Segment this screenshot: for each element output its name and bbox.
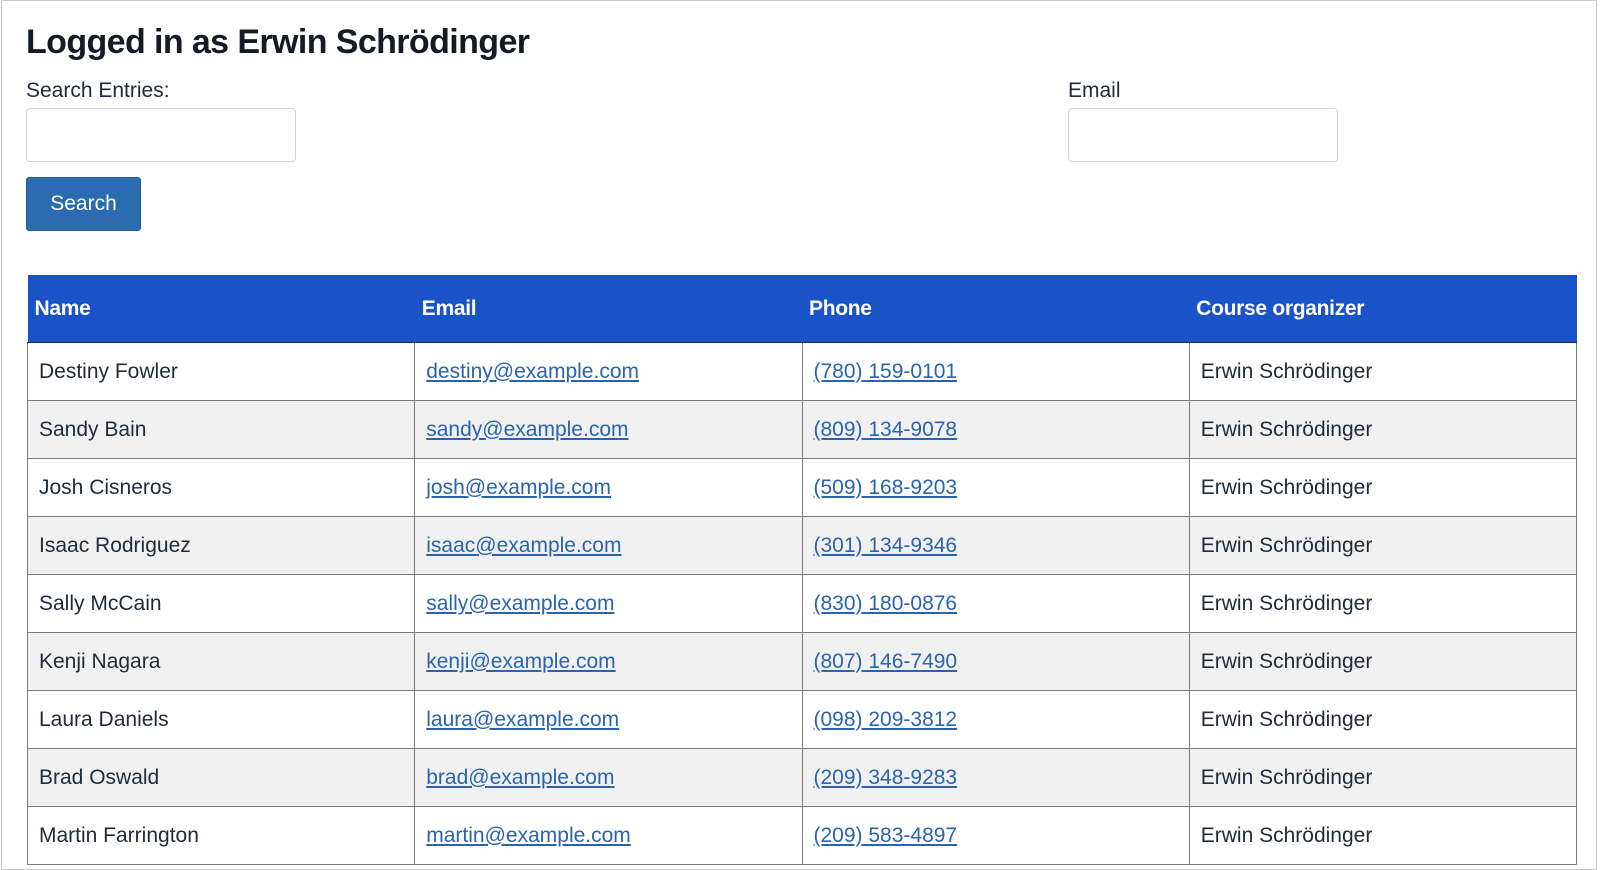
phone-link[interactable]: (807) 146-7490: [814, 650, 958, 673]
phone-link[interactable]: (209) 348-9283: [814, 766, 958, 789]
cell-phone: (807) 146-7490: [801, 632, 1190, 691]
cell-email: sally@example.com: [414, 574, 803, 633]
cell-email: sandy@example.com: [414, 400, 803, 459]
cell-email: brad@example.com: [414, 748, 803, 807]
page-title: Logged in as Erwin Schrödinger: [26, 23, 530, 61]
cell-course-organizer: Erwin Schrödinger: [1188, 748, 1578, 807]
phone-link[interactable]: (509) 168-9203: [814, 476, 958, 499]
table-row: Isaac Rodriguez isaac@example.com (301) …: [26, 516, 1578, 575]
organizer-text: Erwin Schrödinger: [1200, 823, 1373, 847]
name-text: Josh Cisneros: [39, 475, 173, 499]
phone-link[interactable]: (830) 180-0876: [814, 592, 958, 615]
column-header-name[interactable]: Name: [27, 275, 415, 343]
search-entries-label: Search Entries:: [26, 79, 170, 102]
name-text: Isaac Rodriguez: [39, 533, 191, 557]
cell-phone: (098) 209-3812: [801, 690, 1190, 749]
cell-course-organizer: Erwin Schrödinger: [1188, 400, 1578, 459]
table-row: Kenji Nagara kenji@example.com (807) 146…: [26, 632, 1578, 691]
phone-link[interactable]: (809) 134-9078: [814, 418, 958, 441]
phone-link[interactable]: (780) 159-0101: [814, 360, 958, 383]
email-filter-input[interactable]: [1068, 108, 1338, 162]
column-header-email[interactable]: Email: [414, 275, 802, 343]
email-link[interactable]: laura@example.com: [426, 708, 619, 731]
organizer-text: Erwin Schrödinger: [1200, 359, 1373, 383]
cell-email: josh@example.com: [414, 458, 803, 517]
cell-name: Destiny Fowler: [26, 342, 416, 401]
organizer-text: Erwin Schrödinger: [1200, 707, 1373, 731]
email-link[interactable]: josh@example.com: [426, 476, 611, 499]
name-text: Laura Daniels: [39, 707, 169, 731]
table-row: Martin Farrington martin@example.com (20…: [26, 806, 1578, 865]
name-text: Martin Farrington: [39, 823, 199, 847]
cell-phone: (780) 159-0101: [801, 342, 1190, 401]
cell-name: Kenji Nagara: [26, 632, 416, 691]
email-link[interactable]: isaac@example.com: [426, 534, 621, 557]
cell-phone: (209) 348-9283: [801, 748, 1190, 807]
cell-course-organizer: Erwin Schrödinger: [1188, 806, 1578, 865]
phone-link[interactable]: (098) 209-3812: [814, 708, 958, 731]
cell-phone: (809) 134-9078: [801, 400, 1190, 459]
cell-name: Josh Cisneros: [26, 458, 416, 517]
entries-table: Name Email Phone Course organizer Destin…: [26, 275, 1578, 865]
organizer-text: Erwin Schrödinger: [1200, 649, 1373, 673]
organizer-text: Erwin Schrödinger: [1200, 591, 1373, 615]
cell-email: martin@example.com: [414, 806, 803, 865]
name-text: Brad Oswald: [39, 765, 160, 789]
search-entries-input[interactable]: [26, 108, 296, 162]
table-row: Sally McCain sally@example.com (830) 180…: [26, 574, 1578, 633]
table-row: Brad Oswald brad@example.com (209) 348-9…: [26, 748, 1578, 807]
cell-phone: (509) 168-9203: [801, 458, 1190, 517]
table-row: Laura Daniels laura@example.com (098) 20…: [26, 690, 1578, 749]
name-text: Sally McCain: [39, 591, 162, 615]
name-text: Kenji Nagara: [39, 649, 161, 673]
cell-email: laura@example.com: [414, 690, 803, 749]
email-link[interactable]: kenji@example.com: [426, 650, 615, 673]
email-link[interactable]: destiny@example.com: [426, 360, 639, 383]
table-row: Destiny Fowler destiny@example.com (780)…: [26, 342, 1578, 401]
cell-phone: (301) 134-9346: [801, 516, 1190, 575]
cell-course-organizer: Erwin Schrödinger: [1188, 342, 1578, 401]
search-button[interactable]: Search: [26, 177, 141, 231]
cell-phone: (209) 583-4897: [801, 806, 1190, 865]
organizer-text: Erwin Schrödinger: [1200, 533, 1373, 557]
cell-name: Brad Oswald: [26, 748, 416, 807]
cell-course-organizer: Erwin Schrödinger: [1188, 574, 1578, 633]
organizer-text: Erwin Schrödinger: [1200, 765, 1373, 789]
cell-email: kenji@example.com: [414, 632, 803, 691]
table-header-row: Name Email Phone Course organizer: [27, 275, 1577, 343]
organizer-text: Erwin Schrödinger: [1200, 417, 1373, 441]
cell-course-organizer: Erwin Schrödinger: [1188, 632, 1578, 691]
cell-phone: (830) 180-0876: [801, 574, 1190, 633]
cell-name: Laura Daniels: [26, 690, 416, 749]
email-link[interactable]: brad@example.com: [426, 766, 614, 789]
email-link[interactable]: sally@example.com: [426, 592, 614, 615]
table-row: Sandy Bain sandy@example.com (809) 134-9…: [26, 400, 1578, 459]
table-row: Josh Cisneros josh@example.com (509) 168…: [26, 458, 1578, 517]
email-link[interactable]: sandy@example.com: [426, 418, 628, 441]
organizer-text: Erwin Schrödinger: [1200, 475, 1373, 499]
cell-course-organizer: Erwin Schrödinger: [1188, 516, 1578, 575]
cell-name: Sandy Bain: [26, 400, 416, 459]
cell-name: Sally McCain: [26, 574, 416, 633]
cell-email: isaac@example.com: [414, 516, 803, 575]
column-header-phone[interactable]: Phone: [802, 275, 1190, 343]
cell-name: Isaac Rodriguez: [26, 516, 416, 575]
email-link[interactable]: martin@example.com: [426, 824, 631, 847]
cell-name: Martin Farrington: [26, 806, 416, 865]
name-text: Sandy Bain: [39, 417, 147, 441]
cell-course-organizer: Erwin Schrödinger: [1188, 458, 1578, 517]
name-text: Destiny Fowler: [39, 359, 178, 383]
page-frame: Logged in as Erwin Schrödinger Search En…: [1, 0, 1597, 870]
phone-link[interactable]: (301) 134-9346: [814, 534, 958, 557]
phone-link[interactable]: (209) 583-4897: [814, 824, 958, 847]
cell-course-organizer: Erwin Schrödinger: [1188, 690, 1578, 749]
column-header-course-organizer[interactable]: Course organizer: [1189, 275, 1577, 343]
cell-email: destiny@example.com: [414, 342, 803, 401]
email-filter-label: Email: [1068, 79, 1121, 102]
